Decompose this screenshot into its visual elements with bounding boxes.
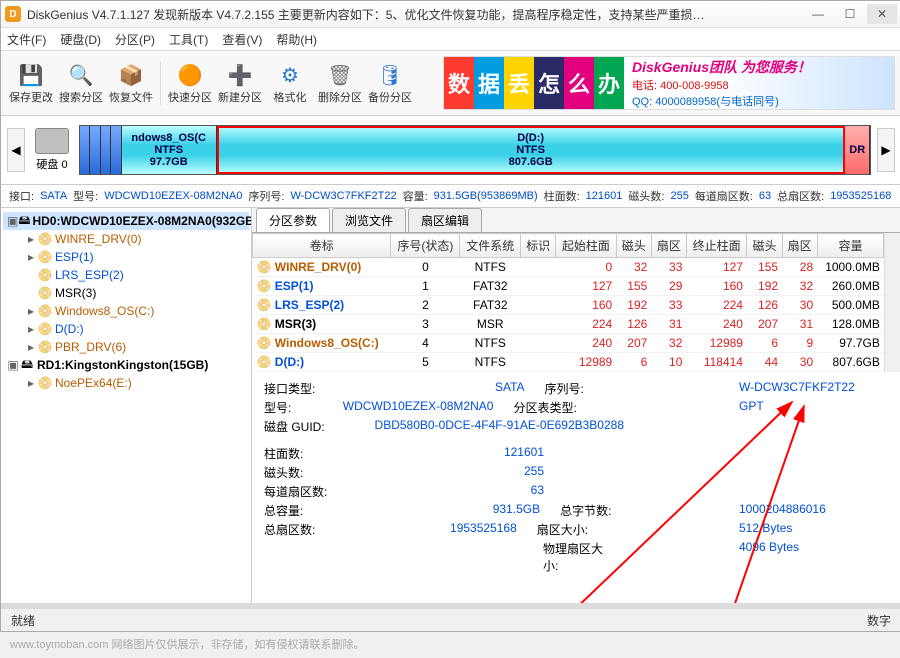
partition-seg[interactable]: DR [845,126,870,174]
disk-prev-button[interactable]: ◀ [7,128,25,172]
tree-node[interactable]: ▣🖴HD0:WDCWD10EZEX-08M2NA0(932GB) [3,212,249,230]
partition-seg[interactable] [90,126,100,174]
partition-table[interactable]: 卷标序号(状态)文件系统标识起始柱面磁头扇区终止柱面磁头扇区容量📀 WINRE_… [252,233,884,372]
right-panel: 分区参数 浏览文件 扇区编辑 卷标序号(状态)文件系统标识起始柱面磁头扇区终止柱… [252,208,900,603]
app-window: D DiskGenius V4.7.1.127 发现新版本 V4.7.2.155… [0,0,900,632]
partition-seg[interactable] [101,126,111,174]
disk-label: 硬盘 0 [31,128,73,172]
toolbar-删除分区[interactable]: 🗑删除分区 [316,61,364,105]
partition-seg[interactable]: D(D:)NTFS807.6GB [217,126,846,174]
status-left: 就绪 [11,612,35,629]
disk-next-button[interactable]: ▶ [877,128,895,172]
menu-tools[interactable]: 工具(T) [169,31,208,48]
ad-banner: 数据丢怎么办 DiskGenius团队 为您服务！ 电话: 400-008-99… [443,56,895,110]
partition-seg[interactable] [111,126,121,174]
tab-sector-edit[interactable]: 扇区编辑 [408,208,482,232]
tree-node[interactable]: ▸📀ESP(1) [3,248,249,266]
menubar: 文件(F) 硬盘(D) 分区(P) 工具(T) 查看(V) 帮助(H) [1,28,900,51]
status-right: 数字 [867,612,891,629]
minimize-button[interactable]: — [803,4,833,24]
toolbar-恢复文件[interactable]: 📦恢复文件 [107,61,155,105]
table-row[interactable]: 📀 D(D:)5NTFS129896101184144430807.6GB [253,353,884,372]
tab-browse-files[interactable]: 浏览文件 [332,208,406,232]
menu-file[interactable]: 文件(F) [7,31,46,48]
table-row[interactable]: 📀 ESP(1)1FAT321271552916019232260.0MB [253,277,884,296]
tabs: 分区参数 浏览文件 扇区编辑 [252,208,900,233]
hdd-icon [35,128,69,154]
toolbar: 💾保存更改🔍搜索分区📦恢复文件🟠快速分区➕新建分区⚙格式化🗑删除分区🛢备份分区 … [1,51,900,116]
tab-partition-params[interactable]: 分区参数 [256,208,330,232]
statusbar: 就绪 数字 [1,603,900,631]
table-row[interactable]: 📀 WINRE_DRV(0)0NTFS03233127155281000.0MB [253,258,884,277]
banner-line1: DiskGenius团队 为您服务！ [632,57,886,77]
partition-table-type: GPT [739,399,889,416]
menu-partition[interactable]: 分区(P) [115,31,155,48]
menu-view[interactable]: 查看(V) [222,31,262,48]
tree-node[interactable]: 📀MSR(3) [3,284,249,302]
banner-line2: 电话: 400-008-9958 [632,77,886,93]
toolbar-快速分区[interactable]: 🟠快速分区 [166,61,214,105]
menu-help[interactable]: 帮助(H) [276,31,317,48]
partition-bar[interactable]: ndows8_OS(CNTFS97.7GBD(D:)NTFS807.6GBDR [79,125,871,175]
maximize-button[interactable]: ☐ [835,4,865,24]
window-title: DiskGenius V4.7.1.127 发现新版本 V4.7.2.155 主… [27,6,801,23]
toolbar-新建分区[interactable]: ➕新建分区 [216,61,264,105]
tree-node[interactable]: ▸📀PBR_DRV(6) [3,338,249,356]
partition-seg[interactable] [80,126,90,174]
tree-node[interactable]: ▸📀NoePEx64(E:) [3,374,249,392]
app-logo-icon: D [5,6,21,22]
table-row[interactable]: 📀 MSR(3)3MSR2241263124020731128.0MB [253,315,884,334]
tree-node[interactable]: ▣🖴RD1:KingstonKingston(15GB) [3,356,249,374]
main-area: ▣🖴HD0:WDCWD10EZEX-08M2NA0(932GB)▸📀WINRE_… [1,208,900,603]
toolbar-备份分区[interactable]: 🛢备份分区 [366,61,414,105]
tree-node[interactable]: 📀LRS_ESP(2) [3,266,249,284]
disk-details: 接口类型:SATA序列号:W-DCW3C7FKF2T22 型号:WDCWD10E… [252,372,900,603]
banner-line3: QQ: 4000089958(与电话同号) [632,93,886,109]
disk-info-line: 接口:SATA 型号:WDCWD10EZEX-08M2NA0 序列号:W-DCW… [1,185,900,208]
toolbar-保存更改[interactable]: 💾保存更改 [7,61,55,105]
tree-node[interactable]: ▸📀WINRE_DRV(0) [3,230,249,248]
tree-node[interactable]: ▸📀Windows8_OS(C:) [3,302,249,320]
toolbar-搜索分区[interactable]: 🔍搜索分区 [57,61,105,105]
toolbar-格式化[interactable]: ⚙格式化 [266,61,314,105]
menu-disk[interactable]: 硬盘(D) [60,31,101,48]
close-button[interactable]: ✕ [867,4,897,24]
tree-node[interactable]: ▸📀D(D:) [3,320,249,338]
table-row[interactable]: 📀 Windows8_OS(C:)4NTFS24020732129896997.… [253,334,884,353]
disk-tree[interactable]: ▣🖴HD0:WDCWD10EZEX-08M2NA0(932GB)▸📀WINRE_… [1,208,252,603]
titlebar: D DiskGenius V4.7.1.127 发现新版本 V4.7.2.155… [1,1,900,28]
watermark: www.toymoban.com 网络图片仅供展示，非存储，如有侵权请联系删除。 [0,632,900,656]
table-row[interactable]: 📀 LRS_ESP(2)2FAT321601923322412630500.0M… [253,296,884,315]
disk-bar: ◀ 硬盘 0 ndows8_OS(CNTFS97.7GBD(D:)NTFS807… [1,116,900,185]
vscrollbar[interactable] [884,233,900,372]
partition-seg[interactable]: ndows8_OS(CNTFS97.7GB [122,126,217,174]
